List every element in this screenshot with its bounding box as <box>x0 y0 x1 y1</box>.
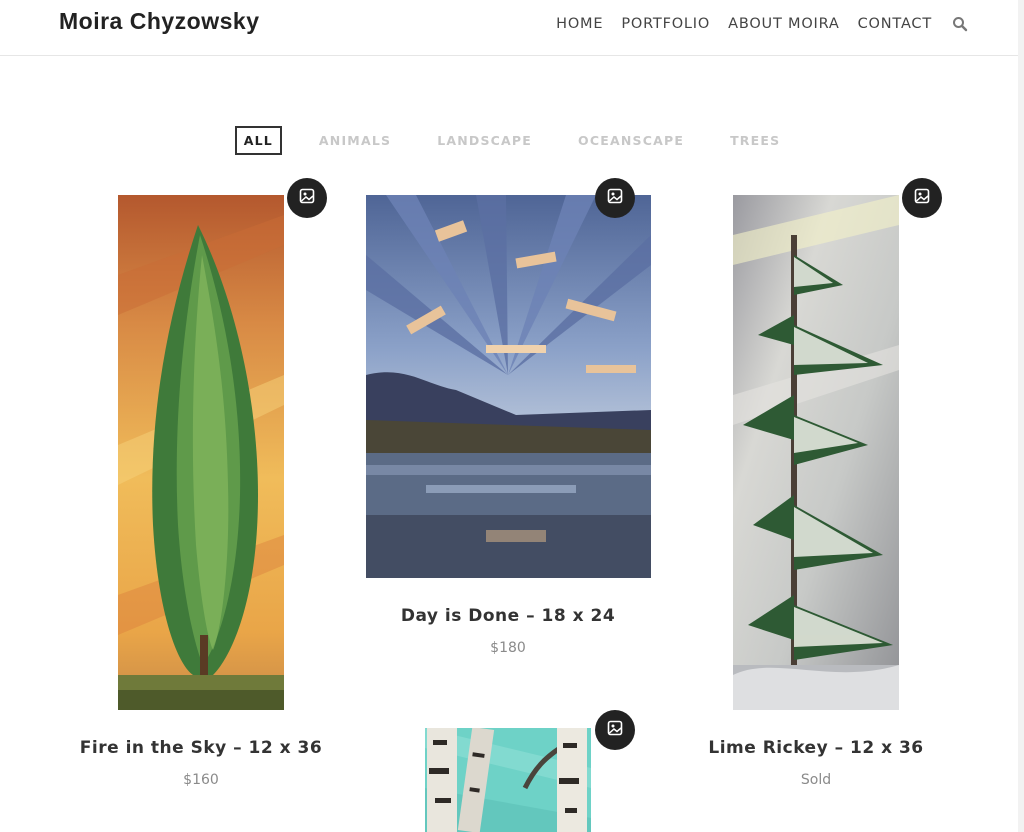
filter-oceanscape[interactable]: OCEANSCAPE <box>569 126 693 155</box>
search-icon[interactable] <box>952 16 968 32</box>
filter-landscape[interactable]: LANDSCAPE <box>428 126 541 155</box>
item-title[interactable]: Day is Done – 18 x 24 <box>358 606 658 626</box>
gallery-thumbnail-day-is-done[interactable] <box>366 195 651 578</box>
portfolio-filters: ALL ANIMALS LANDSCAPE OCEANSCAPE TREES <box>0 126 1024 155</box>
zoom-button[interactable] <box>902 178 942 218</box>
item-title[interactable]: Fire in the Sky – 12 x 36 <box>51 738 351 758</box>
main-nav: HOME PORTFOLIO ABOUT MOIRA CONTACT <box>556 16 968 32</box>
item-price: $180 <box>490 640 526 656</box>
image-icon <box>607 188 623 209</box>
filter-trees[interactable]: TREES <box>721 126 789 155</box>
item-price: Sold <box>800 772 832 788</box>
gallery-thumbnail-lime-rickey[interactable] <box>733 195 899 710</box>
image-icon <box>607 720 623 741</box>
filter-all[interactable]: ALL <box>234 126 282 155</box>
nav-about[interactable]: ABOUT MOIRA <box>728 16 840 32</box>
zoom-button[interactable] <box>287 178 327 218</box>
zoom-button[interactable] <box>595 178 635 218</box>
filter-animals[interactable]: ANIMALS <box>310 126 400 155</box>
image-icon <box>299 188 315 209</box>
gallery-thumbnail-birch-trees[interactable] <box>425 728 591 832</box>
nav-contact[interactable]: CONTACT <box>858 16 932 32</box>
item-price: $160 <box>183 772 219 788</box>
image-icon <box>914 188 930 209</box>
scrollbar[interactable] <box>1018 0 1024 832</box>
nav-portfolio[interactable]: PORTFOLIO <box>621 16 710 32</box>
site-header: Moira Chyzowsky HOME PORTFOLIO ABOUT MOI… <box>0 0 1024 56</box>
zoom-button[interactable] <box>595 710 635 750</box>
nav-home[interactable]: HOME <box>556 16 603 32</box>
item-title[interactable]: Lime Rickey – 12 x 36 <box>666 738 966 758</box>
gallery-thumbnail-fire-in-the-sky[interactable] <box>118 195 284 710</box>
site-title[interactable]: Moira Chyzowsky <box>59 8 260 35</box>
